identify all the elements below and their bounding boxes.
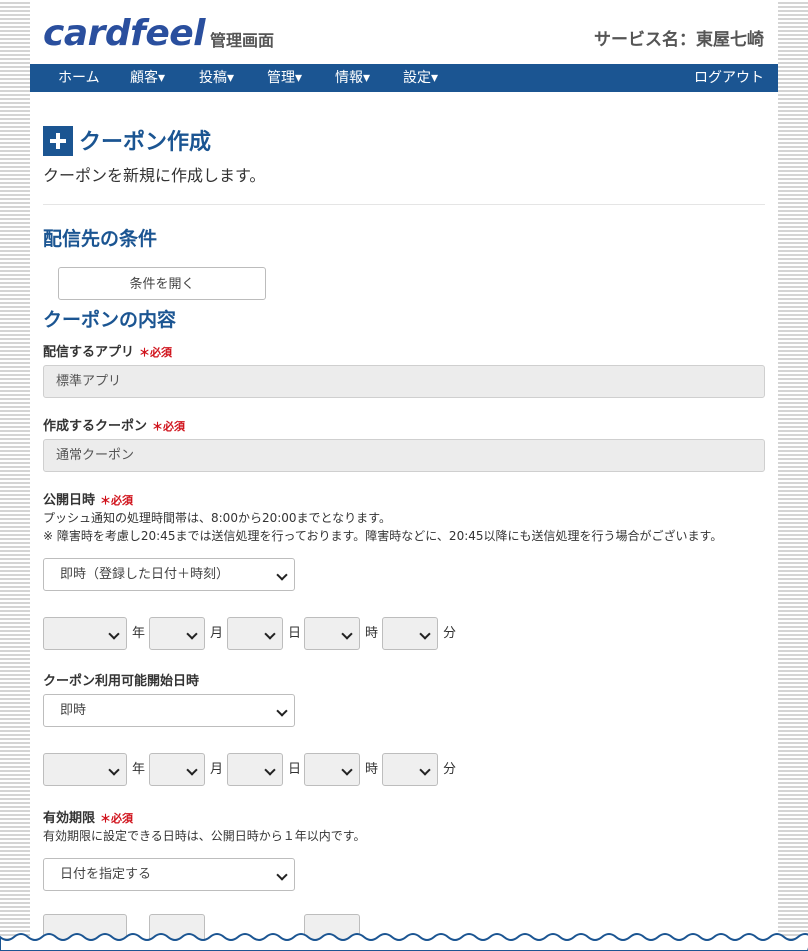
publish-month-select[interactable]: [149, 617, 205, 650]
chevron-down-icon: [419, 764, 431, 776]
expiry-label: 有効期限 ＊必須: [43, 807, 133, 826]
nav-settings[interactable]: 設定▾: [403, 64, 438, 92]
required-mark: ＊必須: [152, 420, 186, 433]
nav-home[interactable]: ホーム: [58, 64, 100, 92]
start-year-select[interactable]: [43, 753, 127, 786]
cardfeel-logo[interactable]: cardfeel カードフィール: [43, 13, 206, 74]
required-mark: ＊必須: [139, 346, 173, 359]
nav-management[interactable]: 管理▾: [267, 64, 302, 92]
app-label: 配信するアプリ ＊必須: [43, 341, 172, 360]
chevron-down-icon: [108, 764, 120, 776]
coupon-type-label-text: 作成するクーポン: [43, 419, 148, 434]
divider: [43, 204, 765, 205]
publish-timing-select[interactable]: 即時（登録した日付＋時刻）: [43, 558, 295, 591]
chevron-down-icon: [108, 628, 120, 640]
start-timing-select[interactable]: 即時: [43, 694, 295, 727]
unit-year: 年: [132, 626, 146, 641]
chevron-down-icon: [186, 628, 198, 640]
page-description: クーポンを新規に作成します。: [43, 166, 266, 185]
main-nav: ホーム 顧客▾ 投稿▾ 管理▾ 情報▾ 設定▾ ログアウト: [30, 64, 778, 92]
open-conditions-button[interactable]: 条件を開く: [58, 267, 266, 300]
nav-info[interactable]: 情報▾: [335, 64, 370, 92]
chevron-down-icon: [264, 628, 276, 640]
start-month-select[interactable]: [149, 753, 205, 786]
start-hour-select[interactable]: [304, 753, 360, 786]
publish-help-2: ※ 障害時を考慮し20:45までは送信処理を行っております。障害時などに、20:…: [43, 529, 723, 543]
chevron-down-icon: [186, 764, 198, 776]
app-field: 標準アプリ: [43, 365, 765, 398]
publish-year-select[interactable]: [43, 617, 127, 650]
nav-posts[interactable]: 投稿▾: [199, 64, 234, 92]
torn-edge-decoration: [0, 933, 808, 951]
start-timing-value: 即時: [60, 703, 87, 718]
unit-month: 月: [210, 626, 224, 641]
chevron-down-icon: [276, 705, 288, 717]
unit-month: 月: [210, 762, 224, 777]
chevron-down-icon: [276, 569, 288, 581]
start-label: クーポン利用可能開始日時: [43, 674, 200, 689]
publish-hour-select[interactable]: [304, 617, 360, 650]
coupon-type-field: 通常クーポン: [43, 439, 765, 472]
chevron-down-icon: [276, 869, 288, 881]
publish-minute-select[interactable]: [382, 617, 438, 650]
expiry-type-value: 日付を指定する: [60, 867, 152, 882]
page-title: クーポン作成: [79, 130, 212, 155]
content-section-title: クーポンの内容: [43, 309, 177, 331]
plus-icon: [43, 126, 73, 156]
header: cardfeel カードフィール 管理画面 サービス名：東屋七崎: [30, 0, 778, 74]
start-day-select[interactable]: [227, 753, 283, 786]
unit-hour: 時: [365, 762, 379, 777]
publish-timing-value: 即時（登録した日付＋時刻）: [60, 567, 230, 582]
unit-hour: 時: [365, 626, 379, 641]
unit-year: 年: [132, 762, 146, 777]
required-mark: ＊必須: [100, 494, 134, 507]
unit-minute: 分: [443, 626, 457, 641]
logo-text: cardfeel: [43, 13, 206, 54]
unit-day: 日: [288, 762, 302, 777]
start-minute-select[interactable]: [382, 753, 438, 786]
required-mark: ＊必須: [100, 812, 134, 825]
chevron-down-icon: [341, 764, 353, 776]
expiry-help: 有効期限に設定できる日時は、公開日時から１年以内です。: [43, 829, 366, 843]
publish-help-1: プッシュ通知の処理時間帯は、8:00から20:00までとなります。: [43, 511, 391, 525]
expiry-type-select[interactable]: 日付を指定する: [43, 858, 295, 891]
chevron-down-icon: [264, 764, 276, 776]
chevron-down-icon: [341, 628, 353, 640]
admin-title: 管理画面: [210, 31, 275, 50]
page-container: cardfeel カードフィール 管理画面 サービス名：東屋七崎 ホーム 顧客▾…: [30, 0, 778, 951]
expiry-label-text: 有効期限: [43, 811, 96, 826]
publish-label: 公開日時 ＊必須: [43, 489, 133, 508]
unit-day: 日: [288, 626, 302, 641]
unit-minute: 分: [443, 762, 457, 777]
chevron-down-icon: [419, 628, 431, 640]
nav-customers[interactable]: 顧客▾: [130, 64, 165, 92]
app-label-text: 配信するアプリ: [43, 345, 135, 360]
coupon-type-label: 作成するクーポン ＊必須: [43, 415, 185, 434]
conditions-section-title: 配信先の条件: [43, 228, 158, 250]
publish-day-select[interactable]: [227, 617, 283, 650]
publish-label-text: 公開日時: [43, 493, 96, 508]
service-name: サービス名：東屋七崎: [594, 30, 764, 50]
nav-logout[interactable]: ログアウト: [694, 64, 764, 92]
